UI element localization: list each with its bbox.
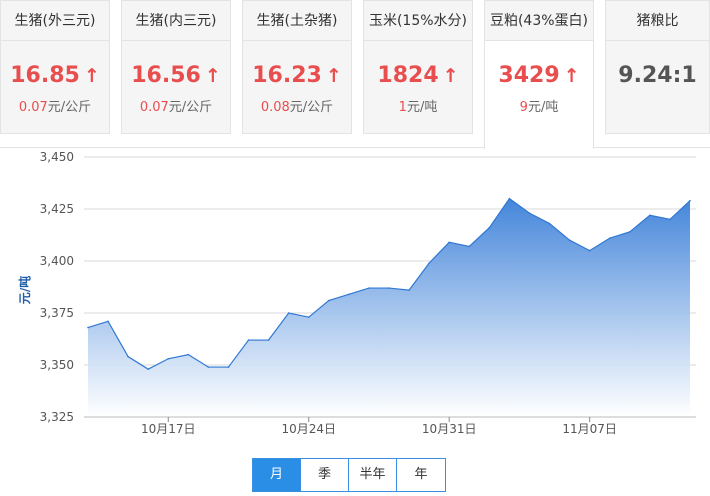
period-month-button[interactable]: 月 <box>253 459 301 491</box>
card-pig-local[interactable]: 生猪(土杂猪) 16.23 ↑ 0.08元/公斤 <box>242 0 352 134</box>
card-title: 猪粮比 <box>606 1 709 41</box>
card-pig-grain-ratio[interactable]: 猪粮比 9.24:1 <box>605 0 710 134</box>
up-arrow-icon: ↑ <box>325 65 342 87</box>
card-price: 16.85 ↑ <box>10 63 100 88</box>
card-title: 生猪(外三元) <box>1 1 109 41</box>
up-arrow-icon: ↑ <box>563 65 580 87</box>
card-change: 1元/吨 <box>398 100 438 115</box>
card-change: 0.07元/公斤 <box>139 100 213 115</box>
card-title: 豆粕(43%蛋白) <box>485 1 593 41</box>
card-change: 9元/吨 <box>519 100 559 115</box>
card-change: 0.07元/公斤 <box>18 100 92 115</box>
card-corn[interactable]: 玉米(15%水分) 1824 ↑ 1元/吨 <box>363 0 473 134</box>
card-title: 生猪(土杂猪) <box>243 1 351 41</box>
up-arrow-icon: ↑ <box>442 65 459 87</box>
chart-panel <box>0 147 710 496</box>
card-soymeal[interactable]: 豆粕(43%蛋白) 3429 ↑ 9元/吨 <box>484 0 594 149</box>
card-title: 玉米(15%水分) <box>364 1 472 41</box>
card-price: 3429 ↑ <box>498 63 580 88</box>
card-pig-inner[interactable]: 生猪(内三元) 16.56 ↑ 0.07元/公斤 <box>121 0 231 134</box>
up-arrow-icon: ↑ <box>204 65 221 87</box>
card-price: 16.23 ↑ <box>252 63 342 88</box>
period-quarter-button[interactable]: 季 <box>301 459 349 491</box>
period-half-year-button[interactable]: 半年 <box>349 459 397 491</box>
period-selector: 月 季 半年 年 <box>252 458 446 492</box>
card-ratio: 9.24:1 <box>618 63 697 88</box>
price-cards: 生猪(外三元) 16.85 ↑ 0.07元/公斤 生猪(内三元) 16.56 ↑ 0… <box>0 0 710 149</box>
card-pig-outer[interactable]: 生猪(外三元) 16.85 ↑ 0.07元/公斤 <box>0 0 110 134</box>
period-year-button[interactable]: 年 <box>397 459 445 491</box>
card-price: 16.56 ↑ <box>131 63 221 88</box>
up-arrow-icon: ↑ <box>83 65 100 87</box>
card-price: 1824 ↑ <box>377 63 459 88</box>
card-change: 0.08元/公斤 <box>260 100 334 115</box>
card-title: 生猪(内三元) <box>122 1 230 41</box>
